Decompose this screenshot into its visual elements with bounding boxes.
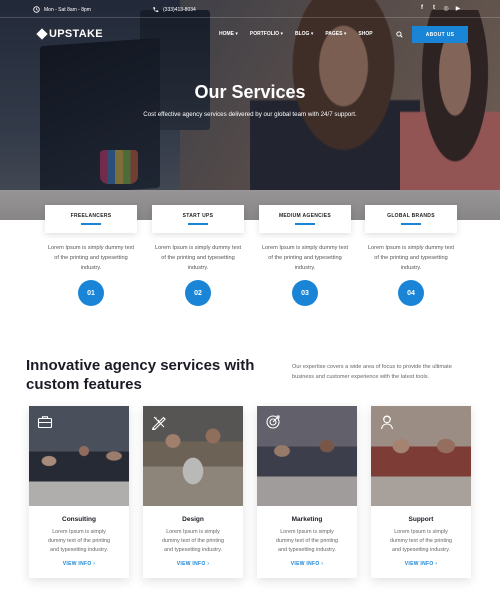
feature-description: Lorem Ipsum is simply dummy text of the … (47, 245, 135, 271)
opening-hours-text: Mon - Sat 8am - 8pm (44, 6, 91, 13)
clock-icon (33, 6, 40, 13)
feature-description: Lorem Ipsum is simply dummy text of the … (367, 245, 455, 271)
card-title: Marketing (291, 516, 323, 523)
twitter-icon[interactable]: t (430, 4, 438, 12)
nav-item-home-label: HOME (219, 31, 234, 37)
feature-description: Lorem Ipsum is simply dummy text of the … (154, 245, 242, 271)
nav-menu: HOME ▾ PORTFOLIO ▾ BLOG ▾ PAGES ▾ SHOP (219, 31, 373, 37)
view-info-link[interactable]: VIEW INFO › (371, 561, 471, 567)
service-card-support[interactable]: Support Lorem Ipsum is simply dummy text… (371, 406, 471, 578)
nav-item-portfolio[interactable]: PORTFOLIO ▾ (250, 31, 283, 37)
feature-global-brands: GLOBAL BRANDS Lorem Ipsum is simply dumm… (364, 205, 458, 306)
service-card-marketing[interactable]: Marketing Lorem Ipsum is simply dummy te… (257, 406, 357, 578)
feature-underline (295, 223, 315, 225)
design-photo (143, 406, 243, 506)
feature-label: FREELANCERS (70, 213, 112, 220)
view-info-link[interactable]: VIEW INFO › (143, 561, 243, 567)
marketing-photo (257, 406, 357, 506)
feature-number-badge: 03 (292, 280, 318, 306)
feature-label-box: MEDIUM AGENCIES (259, 205, 351, 233)
card-body: Lorem Ipsum is simply dummy text of the … (47, 529, 111, 553)
facebook-icon[interactable]: f (418, 4, 426, 12)
youtube-icon[interactable]: ▶ (454, 4, 462, 12)
card-body: Lorem Ipsum is simply dummy text of the … (389, 529, 453, 553)
card-title: Design (182, 516, 204, 523)
phone-contact[interactable]: (333)413-8034 (152, 6, 196, 13)
opening-hours: Mon - Sat 8am - 8pm (33, 6, 91, 13)
briefcase-icon (37, 416, 53, 429)
page-title: Our Services (194, 82, 306, 102)
nav-item-blog-label: BLOG (294, 31, 310, 37)
feature-freelancers: FREELANCERS Lorem Ipsum is simply dummy … (44, 205, 138, 306)
logo-diamond-icon (36, 28, 48, 40)
service-card-design[interactable]: Design Lorem Ipsum is simply dummy text … (143, 406, 243, 578)
card-body: Lorem Ipsum is simply dummy text of the … (161, 529, 225, 553)
pencil-ruler-icon (151, 416, 166, 430)
nav-item-pages[interactable]: PAGES ▾ (325, 31, 346, 37)
feature-underline (401, 223, 421, 225)
top-info-bar: Mon - Sat 8am - 8pm (333)413-8034 f t ◎ … (0, 0, 500, 18)
nav-item-pages-label: PAGES (325, 31, 343, 37)
page-subtitle: Cost effective agency services delivered… (143, 111, 357, 118)
user-support-icon (380, 415, 394, 430)
feature-underline (81, 223, 101, 225)
section-description: Our expertise covers a wide area of focu… (292, 364, 452, 380)
feature-label: MEDIUM AGENCIES (278, 213, 332, 220)
feature-number-badge: 02 (185, 280, 211, 306)
feature-underline (188, 223, 208, 225)
nav-item-home[interactable]: HOME ▾ (219, 31, 238, 37)
target-icon (266, 415, 280, 429)
service-card-consulting[interactable]: Consulting Lorem Ipsum is simply dummy t… (29, 406, 129, 578)
main-navbar: UPSTAKE HOME ▾ PORTFOLIO ▾ BLOG ▾ PAGES … (0, 22, 500, 46)
phone-icon (153, 7, 159, 13)
feature-number-badge: 01 (78, 280, 104, 306)
search-icon[interactable] (396, 31, 403, 38)
feature-medium-agencies: MEDIUM AGENCIES Lorem Ipsum is simply du… (258, 205, 352, 306)
feature-description: Lorem Ipsum is simply dummy text of the … (261, 245, 349, 271)
instagram-icon[interactable]: ◎ (442, 4, 450, 12)
consulting-photo (29, 406, 129, 506)
feature-label-box: GLOBAL BRANDS (365, 205, 457, 233)
feature-label: START UPS (182, 213, 214, 220)
social-links: f t ◎ ▶ (418, 4, 462, 12)
nav-item-portfolio-label: PORTFOLIO (249, 31, 280, 37)
feature-label-box: FREELANCERS (45, 205, 137, 233)
view-info-link[interactable]: VIEW INFO › (29, 561, 129, 567)
nav-item-shop[interactable]: SHOP (358, 31, 372, 37)
card-title: Consulting (62, 516, 96, 523)
feature-label-box: START UPS (152, 205, 244, 233)
support-photo (371, 406, 471, 506)
hero-banner: Mon - Sat 8am - 8pm (333)413-8034 f t ◎ … (0, 0, 500, 220)
feature-start-ups: START UPS Lorem Ipsum is simply dummy te… (151, 205, 245, 306)
section-heading: Innovative agency services with custom f… (26, 357, 255, 393)
site-logo[interactable]: UPSTAKE (36, 28, 103, 40)
nav-item-blog[interactable]: BLOG ▾ (295, 31, 313, 37)
feature-number-badge: 04 (398, 280, 424, 306)
card-title: Support (408, 516, 434, 523)
logo-text: UPSTAKE (49, 28, 103, 40)
phone-number[interactable]: (333)413-8034 (163, 7, 196, 13)
card-body: Lorem Ipsum is simply dummy text of the … (275, 529, 339, 553)
feature-label: GLOBAL BRANDS (387, 213, 435, 220)
view-info-link[interactable]: VIEW INFO › (257, 561, 357, 567)
about-us-button[interactable]: ABOUT US (412, 26, 468, 43)
